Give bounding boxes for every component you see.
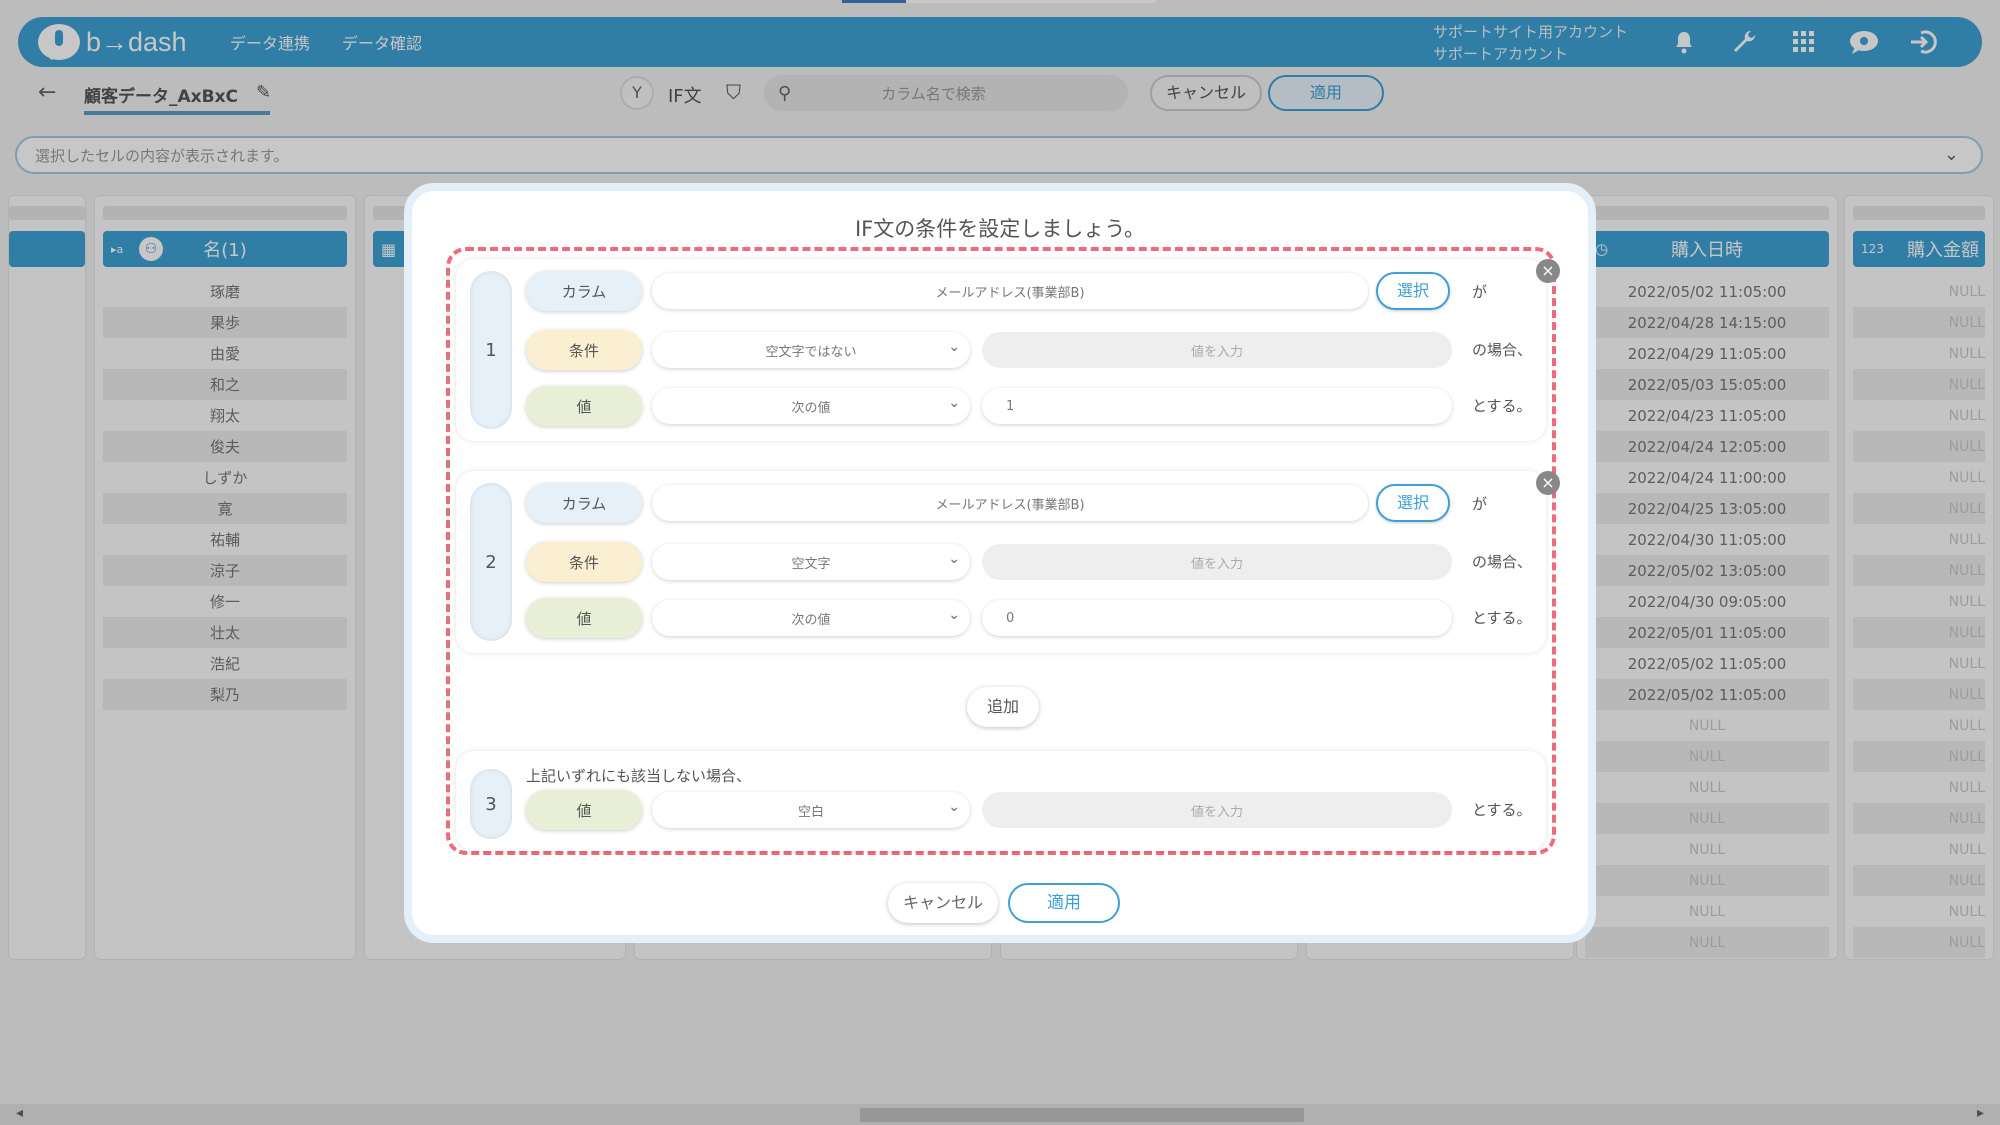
value-type-select-value: 次の値 [791,612,831,628]
condition-select-value: 空文字 [791,556,831,572]
value-input[interactable]: 1 [982,388,1452,424]
condition-value-input[interactable]: 値を入力 [982,544,1452,580]
rule-number: 3 [470,769,512,839]
rule-number: 2 [470,483,512,641]
suffix-suru: とする。 [1472,801,1532,819]
else-rule-text: 上記いずれにも該当しない場合、 [526,767,752,785]
value-type-select[interactable]: 次の値 ⌄ [652,388,970,424]
else-value-type-select[interactable]: 空白 ⌄ [652,792,970,828]
condition-label: 条件 [526,542,642,582]
condition-select[interactable]: 空文字ではない ⌄ [652,332,970,368]
rule-number: 1 [470,271,512,429]
column-label: カラム [526,483,642,523]
remove-rule-2-close-icon[interactable]: × [1536,471,1560,495]
remove-rule-1-close-icon[interactable]: × [1536,259,1560,283]
suffix-case: の場合、 [1472,341,1533,359]
rule-card-1: 1 カラム メールアドレス(事業部B) 選択 が 条件 空文字ではない ⌄ 値を… [456,259,1546,441]
rule-card-2: 2 カラム メールアドレス(事業部B) 選択 が 条件 空文字 ⌄ 値を入力 の… [456,471,1546,653]
column-label: カラム [526,271,642,311]
chevron-down-icon: ⌄ [948,395,960,411]
condition-select[interactable]: 空文字 ⌄ [652,544,970,580]
suffix-suru: とする。 [1472,397,1532,415]
value-type-select[interactable]: 次の値 ⌄ [652,600,970,636]
chevron-down-icon: ⌄ [948,799,960,815]
else-rule-card: 上記いずれにも該当しない場合、 3 値 空白 ⌄ 値を入力 とする。 [456,751,1546,851]
column-field[interactable]: メールアドレス(事業部B) [652,485,1368,521]
condition-value-input[interactable]: 値を入力 [982,332,1452,368]
if-condition-modal: IF文の条件を設定しましょう。 1 カラム メールアドレス(事業部B) 選択 が… [404,183,1596,943]
value-label: 値 [526,386,642,426]
suffix-case: の場合、 [1472,553,1533,571]
suffix-ga: が [1472,283,1488,301]
suffix-ga: が [1472,495,1488,513]
chevron-down-icon: ⌄ [948,607,960,623]
modal-title: IF文の条件を設定しましょう。 [854,217,1145,241]
value-input[interactable]: 0 [982,600,1452,636]
column-field[interactable]: メールアドレス(事業部B) [652,273,1368,309]
condition-label: 条件 [526,330,642,370]
choose-column-button[interactable]: 選択 [1376,484,1450,522]
add-rule-button[interactable]: 追加 [967,687,1039,727]
else-value-type-select-value: 空白 [797,804,824,820]
value-label: 値 [526,790,642,830]
chevron-down-icon: ⌄ [948,551,960,567]
value-label: 値 [526,598,642,638]
modal-cancel-button[interactable]: キャンセル [888,883,998,923]
modal-apply-button[interactable]: 適用 [1008,883,1120,923]
chevron-down-icon: ⌄ [948,339,960,355]
condition-select-value: 空文字ではない [765,344,857,360]
else-value-input[interactable]: 値を入力 [982,792,1452,828]
choose-column-button[interactable]: 選択 [1376,272,1450,310]
value-type-select-value: 次の値 [791,400,831,416]
suffix-suru: とする。 [1472,609,1532,627]
